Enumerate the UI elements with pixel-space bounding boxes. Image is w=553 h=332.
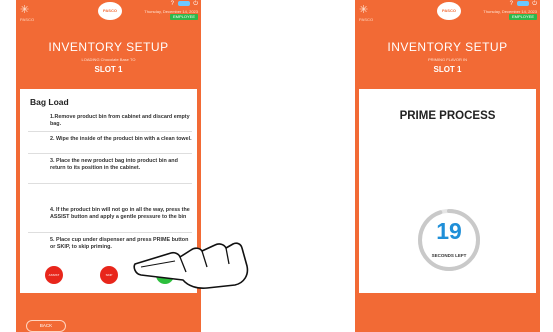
step-divider [28, 131, 192, 132]
status-area: ? ⏻ Thursday, December 14, 2023 EMPLOYEE [132, 1, 198, 23]
step-1: 1.Remove product bin from cabinet and di… [50, 114, 190, 127]
prime-process-panel: PRIME PROCESS 19 SECONDS LEFT [359, 89, 536, 293]
slot-label: SLOT 1 [433, 65, 462, 74]
step-2: 2. Wipe the inside of the product bin wi… [50, 136, 192, 142]
prime-process-title: PRIME PROCESS [399, 110, 496, 122]
slot-label: SLOT 1 [94, 65, 123, 74]
status-indicator [516, 1, 529, 6]
sparkle-icon: ✳ [359, 4, 369, 16]
help-icon[interactable]: ? [510, 1, 513, 7]
page-title: INVENTORY SETUP [48, 40, 169, 54]
employee-badge: EMPLOYEE [508, 14, 537, 20]
pointing-hand-icon [133, 242, 249, 289]
right-tablet-screen: ✳ PASCO PASCO ? ⏻ Thursday, December 14,… [355, 0, 540, 332]
back-button[interactable]: BACK [26, 320, 66, 332]
brand-logo: PASCO [437, 2, 461, 20]
power-icon[interactable]: ⏻ [193, 1, 198, 7]
page-title: INVENTORY SETUP [387, 40, 508, 54]
step-divider [28, 153, 192, 154]
assist-button[interactable]: ASSIST [45, 266, 63, 284]
corner-label: PASCO [20, 17, 35, 22]
section-title: Bag Load [30, 97, 69, 107]
loading-subtitle: LOADING Chocolate Base TO [81, 57, 136, 62]
step-3: 3. Place the new product bag into produc… [50, 158, 178, 171]
status-area: ? ⏻ Thursday, December 14, 2023 EMPLOYEE [471, 1, 537, 23]
status-indicator [177, 1, 190, 6]
sparkle-icon: ✳ [20, 4, 30, 16]
priming-subtitle: PRIMING FLAVOR IN [427, 57, 468, 62]
help-icon[interactable]: ? [171, 1, 174, 7]
countdown-label: SECONDS LEFT [431, 253, 467, 258]
brand-logo: PASCO [98, 2, 122, 20]
countdown-value: 19 [436, 218, 462, 244]
corner-label: PASCO [359, 17, 374, 22]
skip-button[interactable]: SKIP [100, 266, 118, 284]
employee-badge: EMPLOYEE [169, 14, 198, 20]
power-icon[interactable]: ⏻ [532, 1, 537, 7]
status-icons: ? ⏻ [171, 1, 198, 8]
status-icons: ? ⏻ [510, 1, 537, 8]
countdown-timer: 19 SECONDS LEFT [416, 207, 482, 273]
step-divider [28, 183, 192, 184]
